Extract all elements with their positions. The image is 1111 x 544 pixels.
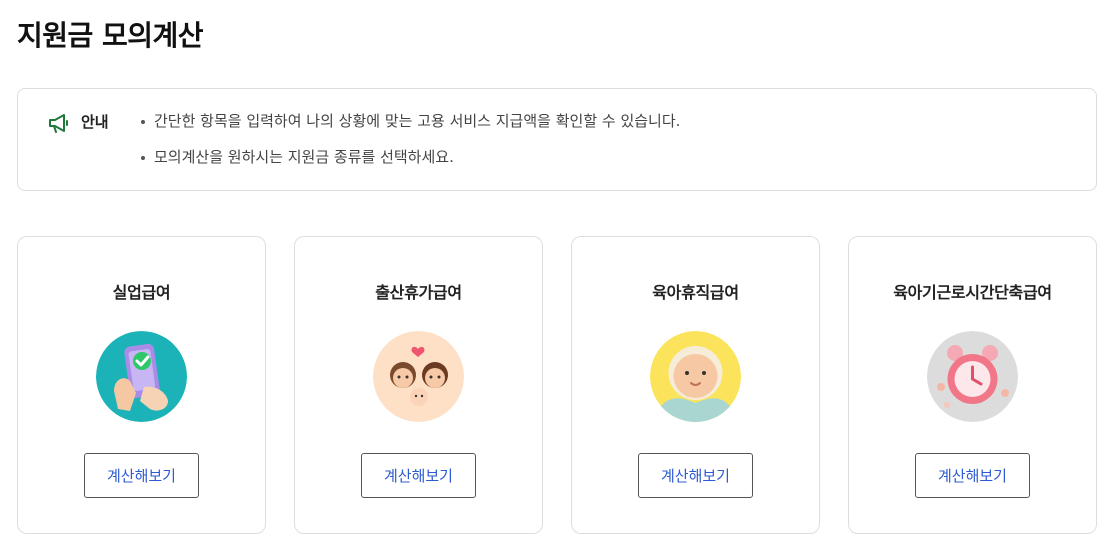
notice-label: 안내 <box>81 113 109 131</box>
notice-item: 모의계산을 원하시는 지원금 종류를 선택하세요. <box>138 147 680 183</box>
baby-icon <box>650 331 741 422</box>
megaphone-icon <box>48 113 70 133</box>
calculate-button[interactable]: 계산해보기 <box>84 453 199 498</box>
card-unemployment-benefit: 실업급여 계산해보기 <box>17 236 266 534</box>
card-maternity-leave-benefit: 출산휴가급여 계산해보기 <box>294 236 543 534</box>
calculate-button[interactable]: 계산해보기 <box>638 453 753 498</box>
alarm-clock-icon <box>927 331 1018 422</box>
card-title: 출산휴가급여 <box>375 283 462 302</box>
calculate-button[interactable]: 계산해보기 <box>361 453 476 498</box>
family-icon <box>373 331 464 422</box>
card-parental-leave-benefit: 육아휴직급여 계산해보기 <box>571 236 820 534</box>
card-title: 육아휴직급여 <box>652 283 739 302</box>
notice-box: 안내 간단한 항목을 입력하여 나의 상황에 맞는 고용 서비스 지급액을 확인… <box>17 88 1097 191</box>
notice-list: 간단한 항목을 입력하여 나의 상황에 맞는 고용 서비스 지급액을 확인할 수… <box>138 111 680 183</box>
card-title: 실업급여 <box>112 283 171 302</box>
phone-checkmark-icon <box>96 331 187 422</box>
page-title: 지원금 모의계산 <box>17 19 204 52</box>
notice-item: 간단한 항목을 입력하여 나의 상황에 맞는 고용 서비스 지급액을 확인할 수… <box>138 111 680 147</box>
card-title: 육아기근로시간단축급여 <box>893 283 1052 302</box>
calculate-button[interactable]: 계산해보기 <box>915 453 1030 498</box>
card-reduced-working-hours-benefit: 육아기근로시간단축급여 계산해보기 <box>848 236 1097 534</box>
